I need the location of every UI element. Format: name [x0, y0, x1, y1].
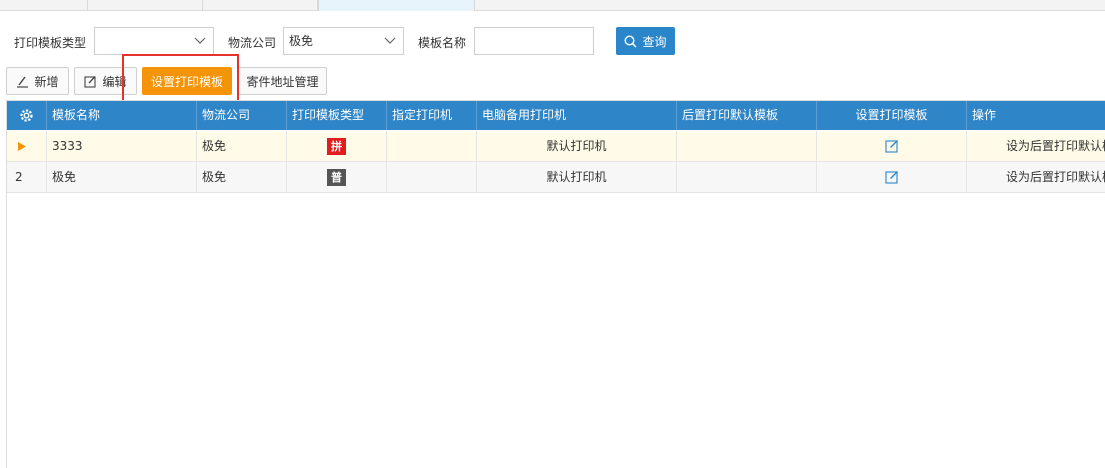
query-label: 查询: [642, 34, 667, 49]
grid-header: 模板名称 物流公司 打印模板类型 指定打印机 电脑备用打印机 后置打印默认模板 …: [7, 101, 1105, 130]
type-badge: 普: [327, 169, 346, 186]
cell-set-template: [817, 162, 967, 192]
cell-company: 极免: [197, 162, 287, 192]
cell-backup-printer: 默认打印机: [477, 162, 677, 192]
sender-address-label: 寄件地址管理: [246, 74, 319, 89]
row-index: 2: [7, 162, 47, 192]
column-header-post-template[interactable]: 后置打印默认模板: [677, 101, 817, 130]
type-badge: 拼: [327, 138, 346, 155]
set-print-template-button[interactable]: 设置打印模板: [142, 67, 232, 95]
edit-icon[interactable]: [884, 170, 899, 184]
cell-company: 极免: [197, 131, 287, 161]
template-name-label: 模板名称: [418, 36, 467, 50]
edit-button[interactable]: 编辑: [74, 67, 137, 95]
chevron-down-icon: [384, 37, 396, 44]
add-button[interactable]: 新增: [6, 67, 69, 95]
chevron-down-icon: [194, 37, 206, 44]
set-post-default-link[interactable]: 设为后置打印默认模: [967, 162, 1105, 192]
table-row[interactable]: 3333 极免 拼 默认打印机 设为后置打印默认模: [7, 131, 1105, 162]
query-button[interactable]: 查询: [616, 27, 675, 55]
column-header-company[interactable]: 物流公司: [197, 101, 287, 130]
cell-printer: [387, 162, 477, 192]
logistics-value: 极免: [289, 34, 314, 48]
cell-post-template: [677, 162, 817, 192]
template-type-select[interactable]: [94, 27, 214, 55]
row-indicator: [7, 131, 47, 161]
column-header-name[interactable]: 模板名称: [47, 101, 197, 130]
tab-2[interactable]: [88, 0, 203, 11]
edit-label: 编辑: [102, 74, 127, 89]
cell-type: 拼: [287, 131, 387, 161]
column-header-action[interactable]: 操作: [967, 101, 1105, 130]
sender-address-button[interactable]: 寄件地址管理: [238, 67, 327, 95]
set-print-template-label: 设置打印模板: [150, 74, 223, 89]
cell-type: 普: [287, 162, 387, 192]
cell-backup-printer: 默认打印机: [477, 131, 677, 161]
logistics-label: 物流公司: [228, 36, 277, 50]
logistics-select[interactable]: 极免: [283, 27, 404, 55]
tab-1[interactable]: [0, 0, 88, 11]
cell-printer: [387, 131, 477, 161]
search-icon: [624, 34, 638, 48]
cell-name: 3333: [47, 131, 197, 161]
column-header-printer[interactable]: 指定打印机: [387, 101, 477, 130]
column-header-backup-printer[interactable]: 电脑备用打印机: [477, 101, 677, 130]
tab-3[interactable]: [203, 0, 318, 11]
cell-post-template: [677, 131, 817, 161]
add-label: 新增: [34, 74, 59, 89]
grid-settings-cell[interactable]: [7, 101, 47, 130]
pencil-icon: [17, 76, 29, 88]
current-row-arrow-icon: [17, 142, 26, 151]
gear-icon: [20, 109, 33, 122]
table-row[interactable]: 2 极免 极免 普 默认打印机 设为后置打印默认模: [7, 162, 1105, 193]
template-type-label: 打印模板类型: [14, 36, 87, 50]
cell-set-template: [817, 131, 967, 161]
cell-name: 极免: [47, 162, 197, 192]
column-header-type[interactable]: 打印模板类型: [287, 101, 387, 130]
edit-icon: [84, 75, 97, 88]
template-name-input[interactable]: [474, 27, 594, 55]
column-header-set-template[interactable]: 设置打印模板: [817, 101, 967, 130]
set-post-default-link[interactable]: 设为后置打印默认模: [967, 131, 1105, 161]
tab-strip: [0, 0, 1105, 11]
template-grid: 模板名称 物流公司 打印模板类型 指定打印机 电脑备用打印机 后置打印默认模板 …: [6, 100, 1105, 468]
tab-active[interactable]: [318, 0, 475, 11]
edit-icon[interactable]: [884, 139, 899, 153]
